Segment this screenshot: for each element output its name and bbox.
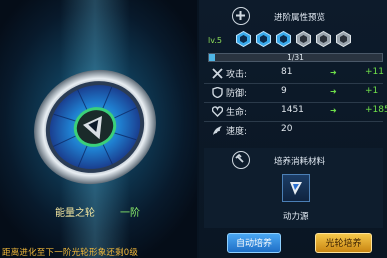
stat-value: 20 [281,124,293,134]
hammer-icon [232,151,250,169]
stat-increase: +11 [365,67,384,77]
stat-row-hp: 生命: 1451 ➜ +185 [212,105,387,119]
hex-star-lit-icon [256,31,271,47]
arrow-right-icon: ➜ [330,106,337,115]
hex-star-lit-icon [236,31,251,47]
shield-icon [212,87,223,98]
power-source-icon [290,182,302,195]
game-screen: 能量之轮 一阶 距离进化至下一阶光轮形象还剩0级 进阶属性预览 lv.5 1/3… [0,0,387,258]
wing-icon [213,126,222,135]
exp-progress-bar: 1/31 [208,53,383,62]
stat-value: 81 [281,67,293,77]
materials-title: 培养消耗材料 [274,157,326,167]
stat-label: 速度: [226,127,248,137]
auto-train-button[interactable]: 自动培养 [227,233,281,253]
hex-star-empty-icon [316,31,331,47]
plus-circle-icon [232,7,250,25]
power-source-item[interactable] [282,174,310,202]
stat-row-defense: 防御: 9 ➜ +1 [212,86,382,100]
hex-star-empty-icon [296,31,311,47]
energy-wheel-image [28,60,163,195]
row-divider [204,83,383,84]
hex-star-empty-icon [336,31,351,47]
stat-value: 9 [281,86,287,96]
evolution-hint: 距离进化至下一阶光轮形象还剩0级 [2,248,139,258]
hex-star-lit-icon [276,31,291,47]
stat-row-attack: 攻击: 81 ➜ +11 [212,67,384,81]
row-divider [204,102,383,103]
stat-label: 生命: [226,108,248,118]
arrow-right-icon: ➜ [330,87,337,96]
row-divider [204,121,383,122]
exp-progress-text: 1/31 [287,53,304,62]
stat-increase: +1 [365,86,379,96]
wheel-preview-panel: 能量之轮 一阶 距离进化至下一阶光轮形象还剩0级 [0,0,197,258]
heart-icon [212,106,223,117]
stat-increase: +185 [365,105,387,115]
wheel-tier: 一阶 [120,208,140,219]
material-name: 动力源 [283,212,309,222]
level-label: lv.5 [208,36,222,45]
stat-label: 防御: [226,89,248,99]
sword-icon [212,68,223,79]
stat-row-speed: 速度: 20 [212,124,382,138]
arrow-right-icon: ➜ [330,68,337,77]
attribute-preview-title: 进阶属性预览 [274,13,326,23]
wheel-name: 能量之轮 [55,208,95,219]
stat-value: 1451 [281,105,304,115]
wheel-train-button[interactable]: 光轮培养 [315,233,372,253]
stat-label: 攻击: [226,70,248,80]
